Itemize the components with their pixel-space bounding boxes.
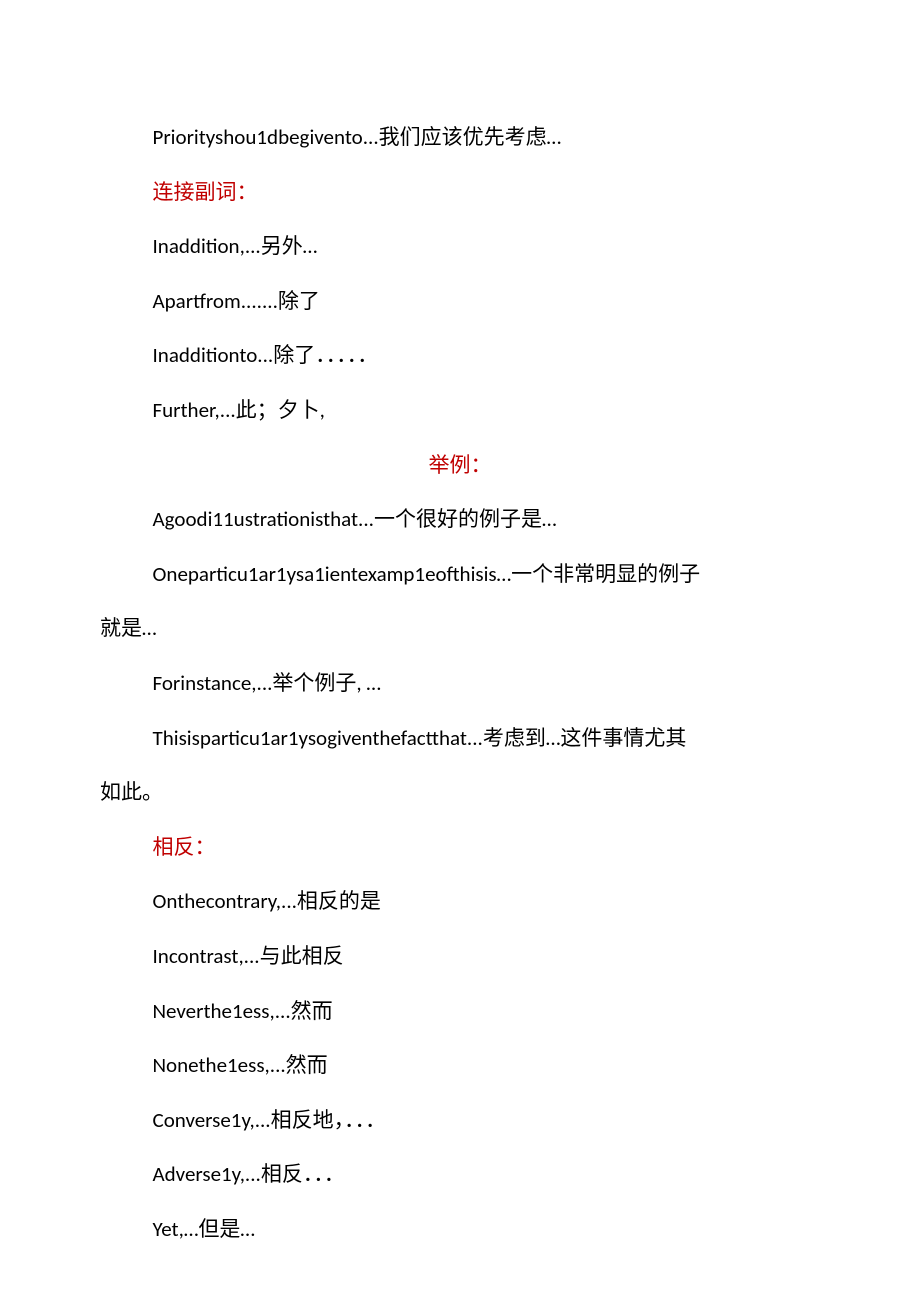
text-line: Oneparticu1ar1ysa1ientexamp1eofthisis…一个…	[100, 547, 820, 602]
text-line-continuation: 就是…	[100, 601, 820, 656]
text-line: Adverse1y,...相反．．．	[100, 1147, 820, 1202]
text-line: Inadditionto...除了．．．．．	[100, 328, 820, 383]
section-heading: 举例：	[100, 438, 820, 493]
text-line: Priorityshou1dbegivento...我们应该优先考虑…	[100, 110, 820, 165]
text-line: Incontrast,...与此相反	[100, 929, 820, 984]
text-line: Onthecontrary,...相反的是	[100, 874, 820, 929]
text-line: Yet,…但是…	[100, 1202, 820, 1257]
document-page: Priorityshou1dbegivento...我们应该优先考虑… 连接副词…	[0, 0, 920, 1316]
text-line: Apartfrom.......除了	[100, 274, 820, 329]
text-line: Neverthe1ess,...然而	[100, 984, 820, 1039]
text-line: Nonethe1ess,...然而	[100, 1038, 820, 1093]
text-line: Inaddition,...另外…	[100, 219, 820, 274]
section-heading: 连接副词：	[100, 165, 820, 220]
text-line: Thisisparticu1ar1ysogiventhefactthat...考…	[100, 711, 820, 766]
text-line: Forinstance,...举个例子, …	[100, 656, 820, 711]
text-line: Further,...此；夕卜,	[100, 383, 820, 438]
text-line: Agoodi11ustrationisthat...一个很好的例子是…	[100, 492, 820, 547]
section-heading: 相反：	[100, 820, 820, 875]
text-line-continuation: 如此。	[100, 765, 820, 820]
text-line: Converse1y,...相反地，．．．	[100, 1093, 820, 1148]
